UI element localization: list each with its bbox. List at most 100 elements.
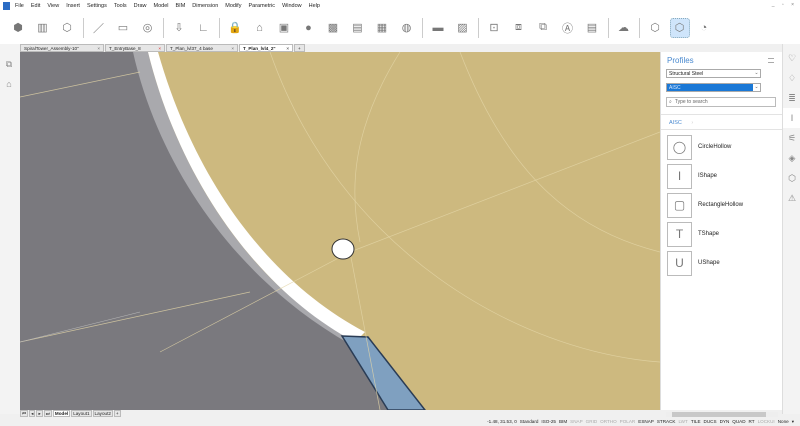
profile-item[interactable]: ◯ CircleHollow	[667, 134, 777, 160]
toolbar-separator	[639, 17, 640, 38]
curve-icon[interactable]: ◔	[694, 18, 714, 38]
menu-help[interactable]: Help	[309, 3, 320, 9]
home-icon[interactable]: ⌂	[0, 74, 18, 94]
cube-active-icon[interactable]: ⬡	[669, 17, 690, 38]
house-icon[interactable]: ⌂	[250, 18, 270, 38]
menu-settings[interactable]: Settings	[87, 3, 107, 9]
status-toggle-quad[interactable]: QUAD	[732, 419, 745, 424]
slab-icon[interactable]: ◍	[397, 18, 417, 38]
layers-icon[interactable]: ⧉	[0, 54, 18, 74]
circle-icon[interactable]: ◎	[138, 18, 158, 38]
next-nav-button[interactable]: ▸	[36, 410, 43, 417]
view-icon[interactable]: ⧈	[509, 18, 529, 38]
add-layout-button[interactable]: +	[113, 410, 121, 417]
status-toggle-bim[interactable]: BIM	[559, 419, 567, 424]
library-select[interactable]: Structural Steel ⌄	[666, 69, 761, 78]
status-toggle-ducs[interactable]: DUCS	[704, 419, 717, 424]
status-toggle-none[interactable]: None	[778, 419, 789, 424]
menu-modify[interactable]: Modify	[225, 3, 241, 9]
globe-icon[interactable]: ●	[299, 18, 319, 38]
breadcrumb[interactable]: AISC ›	[661, 114, 783, 130]
layout-tab-model[interactable]: Model	[52, 410, 71, 417]
transform-icon[interactable]: ⧉	[533, 18, 553, 38]
status-toggle-rt[interactable]: RT	[749, 419, 755, 424]
section-icon[interactable]: ⊡	[484, 18, 504, 38]
profile-item[interactable]: I IShape	[667, 163, 777, 189]
window-controls[interactable]: _ ▫ ×	[772, 2, 797, 8]
landscape-icon[interactable]: ▨	[453, 18, 473, 38]
panel-stack-icon[interactable]: ≣	[783, 88, 800, 108]
grid-icon[interactable]: ▦	[372, 18, 392, 38]
layout-tab-layout1[interactable]: Layout1	[71, 410, 92, 417]
profile-item[interactable]: ▢ RectangleHollow	[667, 192, 777, 218]
extrude-icon[interactable]: ▥	[33, 18, 53, 38]
push-pull-icon[interactable]: ⇩	[169, 18, 189, 38]
doc-tab[interactable]: T_Plan_lvl37_4 base ×	[166, 44, 238, 52]
profile-item[interactable]: U UShape	[667, 250, 777, 276]
menu-dimension[interactable]: Dimension	[192, 3, 218, 9]
box-icon[interactable]: ⬢	[8, 18, 28, 38]
menu-model[interactable]: Model	[154, 3, 169, 9]
new-tab-button[interactable]: +	[294, 44, 305, 52]
solid-icon[interactable]: ⬡	[57, 18, 77, 38]
close-icon[interactable]: ×	[158, 46, 161, 51]
profile-icon[interactable]: I	[783, 108, 800, 128]
layout-tab-layout2[interactable]: Layout2	[92, 410, 113, 417]
last-nav-button[interactable]: ⏭	[43, 410, 52, 417]
menu-view[interactable]: View	[47, 3, 59, 9]
balloon-icon[interactable]: ♢	[783, 68, 800, 88]
profile-icon[interactable]: ▬	[428, 18, 448, 38]
menu-edit[interactable]: Edit	[31, 3, 40, 9]
menu-bim[interactable]: BIM	[176, 3, 186, 9]
doc-tab[interactable]: T_EntryBase_8 ×	[105, 44, 165, 52]
status-toggle-esnap[interactable]: ESNAP	[638, 419, 654, 424]
status-menu-chevron-icon[interactable]: ▾	[792, 419, 794, 425]
breadcrumb-item[interactable]: AISC	[669, 120, 682, 126]
status-toggle-polar[interactable]: POLAR	[620, 419, 636, 424]
wall-icon[interactable]: ∟	[194, 18, 214, 38]
line-icon[interactable]: ／	[89, 18, 109, 38]
status-toggle-grid[interactable]: GRID	[586, 419, 597, 424]
warning-icon[interactable]: ⚠	[783, 188, 800, 208]
prev-nav-button[interactable]: ◂	[29, 410, 36, 417]
status-toggle-iso-25[interactable]: ISO-25	[541, 419, 556, 424]
panel-menu-icon[interactable]	[768, 58, 774, 63]
status-toggle-lwt[interactable]: LWT	[678, 419, 687, 424]
search-input[interactable]: ⌕ Type to search	[666, 97, 776, 107]
pin-icon[interactable]: ♡	[783, 48, 800, 68]
table-icon[interactable]: ▤	[582, 18, 602, 38]
menu-parametric[interactable]: Parametric	[248, 3, 275, 9]
doc-tab[interactable]: SpiralTower_Assembly-10" ×	[20, 44, 104, 52]
status-toggle-snap[interactable]: SNAP	[570, 419, 583, 424]
standard-select[interactable]: AISC ⌄	[666, 83, 761, 92]
status-toggle-tile[interactable]: TILE	[691, 419, 701, 424]
building-icon[interactable]: ▣	[274, 18, 294, 38]
first-nav-button[interactable]: ⏮	[20, 410, 29, 417]
status-toggle-standard[interactable]: Standard	[520, 419, 539, 424]
close-icon[interactable]: ×	[286, 46, 289, 51]
lock-icon[interactable]: 🔒	[225, 18, 245, 38]
drawing-viewport[interactable]	[20, 52, 660, 410]
status-toggle-lockui[interactable]: LOCKUI	[758, 419, 775, 424]
label-icon[interactable]: Ⓐ	[558, 18, 578, 38]
cloud-icon[interactable]: ☁	[614, 18, 634, 38]
cube-icon[interactable]: ⬡	[645, 18, 665, 38]
status-toggle-ortho[interactable]: ORTHO	[600, 419, 617, 424]
block-icon[interactable]: ▩	[323, 18, 343, 38]
profile-item[interactable]: T TShape	[667, 221, 777, 247]
doc-tab[interactable]: T_Plan_lvl4_2" ×	[239, 44, 293, 52]
menu-file[interactable]: File	[15, 3, 24, 9]
close-icon[interactable]: ×	[97, 46, 100, 51]
rectangle-icon[interactable]: ▭	[113, 18, 133, 38]
menu-insert[interactable]: Insert	[66, 3, 80, 9]
sliders-icon[interactable]: ⚟	[783, 128, 800, 148]
menu-draw[interactable]: Draw	[134, 3, 147, 9]
status-toggle-dyn[interactable]: DYN	[720, 419, 730, 424]
menu-tools[interactable]: Tools	[114, 3, 127, 9]
close-icon[interactable]: ×	[231, 46, 234, 51]
window-icon[interactable]: ▤	[348, 18, 368, 38]
layers-icon[interactable]: ◈	[783, 148, 800, 168]
menu-window[interactable]: Window	[282, 3, 302, 9]
cube-icon[interactable]: ⬡	[783, 168, 800, 188]
status-toggle-strack[interactable]: STRACK	[657, 419, 676, 424]
